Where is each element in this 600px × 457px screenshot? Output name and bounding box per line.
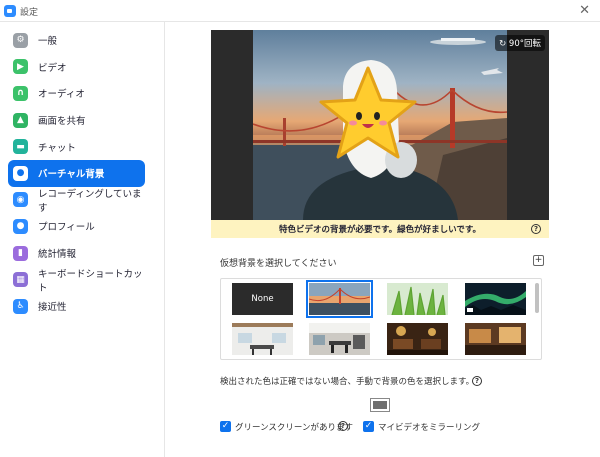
- sidebar-item-label: チャット: [38, 142, 76, 154]
- virtual-background-panel: ↻ 90°回転 特色ビデオの背景が必要です。緑色が好ましいです。 ? 仮想背景を…: [166, 22, 600, 457]
- headphones-icon: ∩: [13, 85, 28, 101]
- profile-icon: ●: [13, 218, 28, 234]
- golden-gate-image: [308, 283, 371, 315]
- title-bar: 設定 ✕: [0, 0, 600, 22]
- video-preview: ↻ 90°回転: [211, 30, 549, 220]
- sidebar-item-label: 一般: [38, 36, 58, 48]
- sidebar-item[interactable]: ▬ チャット: [8, 133, 145, 160]
- mirror-video-checkbox[interactable]: ✓: [363, 421, 374, 432]
- background-gallery: None: [220, 278, 542, 360]
- sidebar-item[interactable]: ▶ ビデオ: [8, 54, 145, 81]
- green-screen-help-icon[interactable]: ?: [338, 421, 348, 431]
- chat-bubble-icon: ▬: [13, 139, 28, 155]
- person-background-icon: ●: [13, 165, 28, 181]
- gallery-scrollbar[interactable]: [535, 283, 539, 313]
- warning-text: 特色ビデオの背景が必要です。緑色が好ましいです。: [278, 225, 482, 235]
- sidebar-item-label: 画面を共有: [38, 116, 86, 128]
- lounge-thumbnail[interactable]: [465, 323, 526, 355]
- rotate-icon: ↻: [499, 39, 509, 49]
- golden-gate-thumbnail[interactable]: [306, 280, 373, 318]
- dining-room-thumbnail[interactable]: [309, 323, 370, 355]
- sidebar-item[interactable]: ● プロフィール: [8, 213, 145, 240]
- restaurant-image: [387, 323, 448, 355]
- sidebar-item[interactable]: ⚙ 一般: [8, 27, 145, 54]
- sidebar-item-label: プロフィール: [38, 222, 95, 234]
- close-button[interactable]: ✕: [579, 3, 590, 18]
- background-none-thumbnail[interactable]: None: [232, 283, 293, 315]
- office-room-thumbnail[interactable]: [232, 323, 293, 355]
- zoom-app-icon: [4, 5, 16, 17]
- preview-scene: [252, 30, 508, 220]
- sidebar-item-label: オーディオ: [38, 89, 85, 101]
- rotate-90-button[interactable]: ↻ 90°回転: [495, 35, 545, 51]
- sidebar-item[interactable]: ∩ オーディオ: [8, 80, 145, 107]
- sidebar-item[interactable]: ▦ キーボードショートカット: [8, 266, 145, 294]
- sidebar-item-label: 接近性: [38, 302, 67, 314]
- share-screen-icon: ▲: [13, 112, 28, 128]
- gear-icon: ⚙: [13, 32, 28, 48]
- choose-background-label: 仮想背景を選択してください: [220, 259, 337, 269]
- sidebar-item-label: レコーディングしています: [38, 188, 142, 214]
- video-camera-icon: ▶: [13, 59, 28, 75]
- add-background-button[interactable]: +: [533, 255, 544, 266]
- sidebar-item[interactable]: ▮ 統計情報: [8, 240, 145, 267]
- preview-illustration: [252, 38, 508, 220]
- grass-image: [387, 283, 448, 316]
- lounge-image: [465, 323, 526, 355]
- keyboard-icon: ▦: [13, 272, 28, 288]
- aurora-thumbnail[interactable]: [465, 283, 526, 315]
- statistics-icon: ▮: [13, 245, 28, 261]
- dining-room-image: [309, 323, 370, 355]
- aurora-image: [465, 283, 526, 315]
- warning-help-icon[interactable]: ?: [531, 224, 541, 234]
- sidebar-item-label: バーチャル背景: [38, 169, 105, 181]
- rotate-label: 90°回転: [508, 39, 541, 49]
- window-title: 設定: [20, 8, 39, 18]
- record-icon: ◉: [13, 192, 28, 208]
- sidebar-item-label: キーボードショートカット: [38, 268, 143, 294]
- green-screen-checkbox[interactable]: ✓: [220, 421, 231, 432]
- detected-color-text: 検出された色は正確ではない場合、手動で背景の色を選択します。: [220, 377, 475, 387]
- sidebar-item-label: ビデオ: [38, 62, 67, 74]
- sidebar-item[interactable]: ▲ 画面を共有: [8, 107, 145, 134]
- sidebar-item[interactable]: ◉ レコーディングしています: [8, 187, 145, 214]
- restaurant-thumbnail[interactable]: [387, 323, 448, 355]
- office-room-image: [232, 323, 293, 355]
- sidebar-item[interactable]: ♿ 接近性: [8, 293, 145, 320]
- green-screen-warning-banner: 特色ビデオの背景が必要です。緑色が好ましいです。 ?: [211, 220, 549, 238]
- sidebar-item-label: 統計情報: [38, 249, 77, 261]
- accessibility-icon: ♿: [13, 298, 28, 314]
- detected-color-help-icon[interactable]: ?: [472, 376, 482, 386]
- background-color-swatch[interactable]: [370, 398, 390, 412]
- sidebar: ⚙ 一般 ▶ ビデオ ∩ オーディオ ▲ 画面を共有 ▬ チャット ● バーチャル背景 ◉ レコーディング…: [0, 22, 165, 457]
- mirror-video-label: マイビデオをミラーリング: [378, 423, 481, 433]
- grass-thumbnail[interactable]: [387, 283, 448, 316]
- green-screen-label: グリーンスクリーンがあります: [235, 423, 353, 433]
- sidebar-item[interactable]: ● バーチャル背景: [8, 159, 145, 187]
